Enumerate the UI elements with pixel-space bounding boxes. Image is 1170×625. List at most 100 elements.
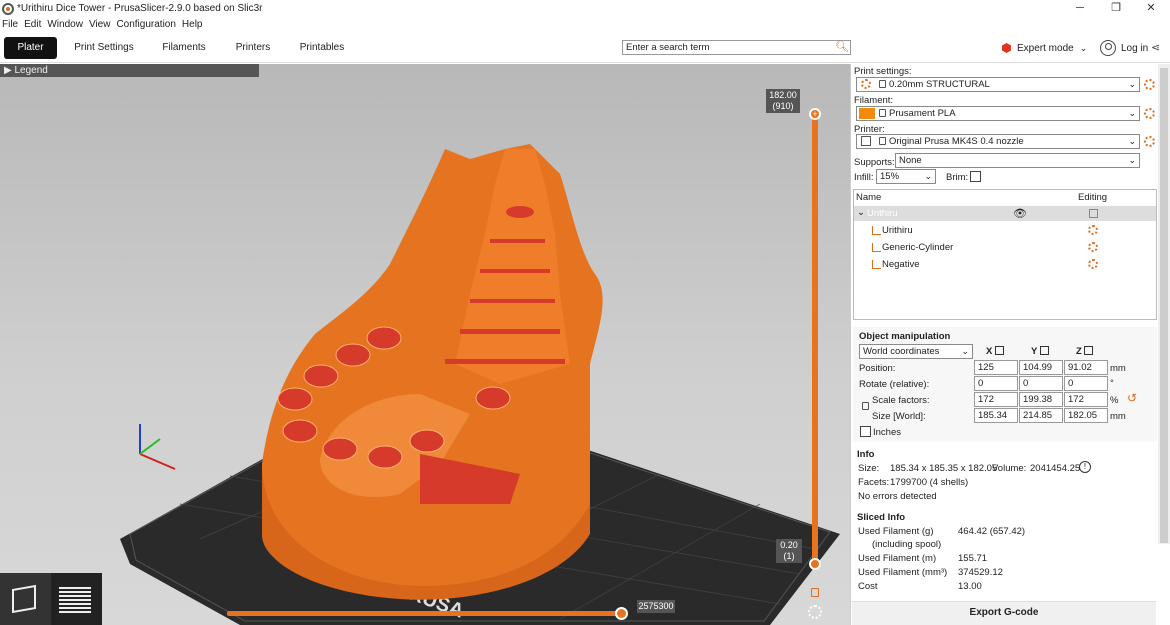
size-z-input[interactable]: 182.05	[1064, 408, 1108, 423]
export-gcode-button[interactable]: Export G-code	[852, 601, 1156, 625]
expert-mode-icon	[1002, 43, 1011, 53]
print-settings-value: 0.20mm STRUCTURAL	[889, 79, 990, 90]
supports-select[interactable]: None ⌄	[895, 153, 1140, 168]
scrollbar-thumb[interactable]	[1160, 68, 1168, 543]
menu-help[interactable]: Help	[182, 19, 203, 30]
part-icon	[872, 260, 881, 269]
part-settings-icon[interactable]	[1088, 242, 1098, 252]
axis-drop-icon[interactable]	[994, 346, 1004, 355]
inches-checkbox[interactable]	[860, 426, 871, 437]
size-y-input[interactable]: 214.85	[1019, 408, 1063, 423]
lock-icon	[879, 109, 886, 117]
tab-plater[interactable]: Plater	[4, 37, 57, 59]
object-manipulation-title: Object manipulation	[859, 331, 951, 342]
eye-icon[interactable]: 👁︎	[1013, 207, 1027, 220]
axis-y-label: Y	[1031, 346, 1049, 357]
print-settings-select[interactable]: 0.20mm STRUCTURAL ⌄	[856, 77, 1140, 92]
brim-label: Brim:	[946, 172, 969, 183]
scale-y-input[interactable]: 199.38	[1019, 392, 1063, 407]
view-preview-button[interactable]	[51, 573, 102, 625]
tab-printables[interactable]: Printables	[293, 37, 351, 59]
chevron-down-icon[interactable]: ⌄	[857, 207, 865, 218]
size-x-input[interactable]: 185.34	[974, 408, 1018, 423]
move-slider-handle[interactable]	[615, 607, 628, 620]
tree-row-part[interactable]: Urithiru	[854, 223, 1156, 239]
search-icon[interactable]: 🔍︎	[835, 41, 849, 54]
expert-mode-button[interactable]: Expert mode ⌄	[1002, 40, 1087, 56]
layer-slider-bottom-handle[interactable]	[809, 558, 821, 570]
tree-row-object[interactable]: ⌄ Urithiru 👁︎	[854, 206, 1156, 221]
scale-x-input[interactable]: 172	[974, 392, 1018, 407]
3d-viewport[interactable]: ▶ Legend PRUSA + 182.00 (910) 0.20 (1) 2…	[0, 64, 850, 625]
share-icon[interactable]: ⋖	[1151, 41, 1160, 54]
inches-label: Inches	[873, 427, 901, 438]
tab-printers[interactable]: Printers	[228, 37, 278, 59]
y-axis	[139, 438, 161, 455]
axis-drop-icon[interactable]	[1084, 346, 1094, 355]
close-button[interactable]: ✕	[1132, 0, 1170, 17]
filament-edit-icon[interactable]	[1144, 108, 1155, 119]
reset-icon[interactable]: ↺	[1127, 391, 1137, 405]
axis-drop-icon[interactable]	[1039, 346, 1049, 355]
move-slider[interactable]	[227, 611, 623, 616]
rotate-x-input[interactable]: 0	[974, 376, 1018, 391]
x-axis	[139, 453, 176, 470]
window-title: *Urithiru Dice Tower - PrusaSlicer-2.9.0…	[17, 3, 263, 14]
position-z-input[interactable]: 91.02	[1064, 360, 1108, 375]
part-settings-icon[interactable]	[1088, 259, 1098, 269]
menu-file[interactable]: File	[2, 19, 18, 30]
sliced-row-value: 374529.12	[958, 567, 1003, 578]
cog-icon	[861, 79, 871, 89]
position-unit: mm	[1110, 363, 1126, 374]
login-button[interactable]: Log in	[1100, 39, 1148, 57]
tree-row-part[interactable]: Generic-Cylinder	[854, 240, 1156, 256]
brim-checkbox[interactable]	[970, 171, 981, 182]
tab-print-settings[interactable]: Print Settings	[68, 37, 140, 59]
scale-label: Scale factors:	[872, 395, 930, 406]
layer-top-label: 182.00 (910)	[766, 89, 800, 113]
move-slider-value: 2575300	[637, 600, 675, 613]
minimize-button[interactable]: ─	[1061, 0, 1099, 17]
coordinates-select[interactable]: World coordinates ⌄	[859, 344, 973, 359]
axis-z-letter: Z	[1076, 346, 1082, 357]
chevron-down-icon: ⌄	[1079, 42, 1088, 53]
printer-edit-icon[interactable]	[1144, 136, 1155, 147]
rotate-y-input[interactable]: 0	[1019, 376, 1063, 391]
info-volume-label: Volume:	[992, 463, 1027, 474]
maximize-button[interactable]: ❐	[1097, 0, 1135, 17]
tree-row-part[interactable]: Negative	[854, 257, 1156, 273]
filament-label: Filament:	[854, 95, 894, 106]
menu-edit[interactable]: Edit	[24, 19, 41, 30]
sidebar-scrollbar[interactable]	[1158, 64, 1170, 544]
layer-bottom-label: 0.20 (1)	[776, 539, 802, 563]
object-list[interactable]: Name Editing ⌄ Urithiru 👁︎ Urithiru Gene…	[853, 189, 1157, 320]
menu-window[interactable]: Window	[47, 19, 83, 30]
infill-select[interactable]: 15% ⌄	[876, 169, 936, 184]
axis-x-label: X	[986, 346, 1004, 357]
print-settings-edit-icon[interactable]	[1144, 79, 1155, 90]
menu-view[interactable]: View	[89, 19, 111, 30]
menu-configuration[interactable]: Configuration	[116, 19, 175, 30]
search-input[interactable]: Enter a search term 🔍︎	[622, 40, 851, 55]
lock-icon[interactable]	[811, 588, 819, 597]
object-name: Urithiru	[867, 208, 898, 219]
scale-lock-icon[interactable]	[862, 402, 869, 410]
rotate-z-input[interactable]: 0	[1064, 376, 1108, 391]
chevron-down-icon: ⌄	[961, 346, 969, 356]
part-name: Negative	[882, 259, 920, 270]
position-y-input[interactable]: 104.99	[1019, 360, 1063, 375]
position-x-input[interactable]: 125	[974, 360, 1018, 375]
part-settings-icon[interactable]	[1088, 225, 1098, 235]
search-placeholder: Enter a search term	[626, 42, 710, 53]
tab-filaments[interactable]: Filaments	[155, 37, 213, 59]
infill-value: 15%	[880, 171, 900, 182]
info-icon[interactable]: !	[1079, 461, 1091, 473]
edit-object-icon[interactable]	[1089, 209, 1098, 218]
settings-cog-icon[interactable]	[808, 605, 822, 619]
layer-slider[interactable]	[812, 112, 818, 564]
view-3d-button[interactable]	[0, 573, 51, 625]
printer-select[interactable]: Original Prusa MK4S 0.4 nozzle ⌄	[856, 134, 1140, 149]
scale-z-input[interactable]: 172	[1064, 392, 1108, 407]
filament-select[interactable]: Prusament PLA ⌄	[856, 106, 1140, 121]
layer-slider-top-handle[interactable]: +	[809, 108, 821, 120]
